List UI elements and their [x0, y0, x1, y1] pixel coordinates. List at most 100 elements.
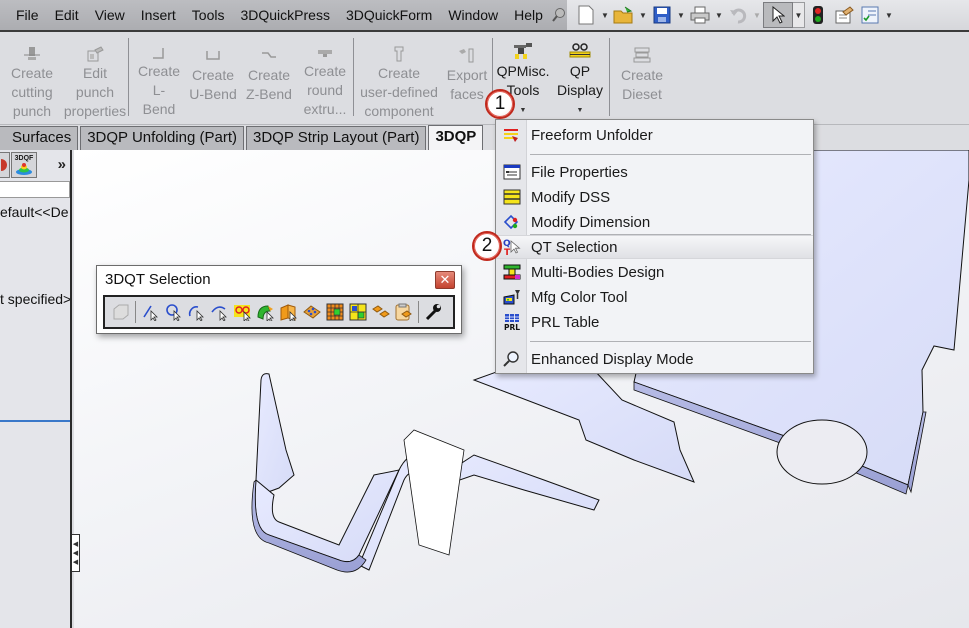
select-grid-icon[interactable]: [323, 300, 346, 324]
more-tabs-chevron-icon[interactable]: »: [58, 156, 66, 173]
close-icon[interactable]: ✕: [435, 271, 455, 289]
qt-selection-window[interactable]: 3DQT Selection ✕: [96, 265, 462, 334]
l-bend-label-2: L-Bend: [142, 82, 176, 117]
tab-3dqp-unfolding[interactable]: 3DQP Unfolding (Part): [80, 126, 244, 150]
menu-item-modify-dss[interactable]: Modify DSS: [496, 185, 813, 209]
feature-filter-input[interactable]: [0, 181, 70, 198]
user-defined-label-1: Create: [377, 65, 421, 81]
collapse-arrow-icon: ◀: [72, 540, 79, 548]
qpmisc-tools-dropdown-menu: Freeform Unfolder File Properties Modify…: [495, 119, 814, 374]
print-icon[interactable]: [687, 2, 713, 28]
menu-item-enhanced-display-mode[interactable]: Enhanced Display Mode: [496, 347, 813, 371]
menu-tools[interactable]: Tools: [184, 0, 233, 30]
menu-item-freeform-unfolder[interactable]: Freeform Unfolder: [496, 123, 813, 147]
select-body-icon[interactable]: [109, 300, 132, 324]
menu-help[interactable]: Help: [506, 0, 551, 30]
menu-file[interactable]: File: [8, 0, 47, 30]
select-arc-icon[interactable]: [185, 300, 208, 324]
qpmisc-tools-label-1: QPMisc.: [496, 63, 550, 79]
qp-display-icon: [569, 42, 591, 60]
tab-3dqp-strip-layout[interactable]: 3DQP Strip Layout (Part): [246, 126, 427, 150]
menu-3dquickpress[interactable]: 3DQuickPress: [232, 0, 337, 30]
menu-item-label: Multi-Bodies Design: [531, 263, 665, 281]
create-cutting-punch-button[interactable]: Create cutting punch: [2, 38, 62, 119]
print-dropdown-icon[interactable]: ▼: [713, 2, 725, 28]
standard-toolbar: ▼ ▼ ▼ ▼ ▼ ▼ ▼: [567, 0, 969, 30]
select-pointer-icon[interactable]: [763, 2, 793, 28]
new-document-icon[interactable]: [573, 2, 599, 28]
file-properties-icon[interactable]: [831, 2, 857, 28]
menu-item-prl-table[interactable]: PRL PRL Table: [496, 310, 813, 334]
3dqf-icon: [16, 163, 32, 175]
command-manager-tabs: Surfaces 3DQP Unfolding (Part) 3DQP Stri…: [0, 124, 969, 150]
user-defined-component-icon: [388, 46, 410, 62]
select-curve-icon[interactable]: [208, 300, 231, 324]
rebuild-traffic-light-icon[interactable]: [805, 2, 831, 28]
ribbon-group-components: Create user-defined component Export fac…: [354, 38, 493, 119]
qp-display-dropdown-arrow-icon[interactable]: ▼: [577, 106, 584, 116]
select-grid-region-icon[interactable]: [346, 300, 369, 324]
tab-3dqp[interactable]: 3DQP: [428, 125, 484, 150]
save-icon[interactable]: [649, 2, 675, 28]
open-folder-icon[interactable]: [611, 2, 637, 28]
menu-item-qt-selection[interactable]: QT QT Selection: [496, 235, 813, 259]
qpmisc-dropdown-arrow-icon[interactable]: ▼: [520, 106, 527, 116]
undo-icon[interactable]: [725, 2, 751, 28]
save-dropdown-icon[interactable]: ▼: [675, 2, 687, 28]
create-u-bend-button[interactable]: Create U-Bend: [185, 38, 241, 116]
menu-item-multi-bodies-design[interactable]: Multi-Bodies Design: [496, 260, 813, 284]
z-bend-icon: [258, 46, 280, 64]
create-dieset-button[interactable]: Create Dieset: [614, 38, 670, 116]
clipboard-faces-icon[interactable]: [392, 300, 415, 324]
tab-surfaces[interactable]: Surfaces: [0, 126, 79, 150]
menu-edit[interactable]: Edit: [47, 0, 87, 30]
select-faces-set-icon[interactable]: [369, 300, 392, 324]
export-faces-label-1: Export: [446, 67, 488, 83]
select-pattern-icon[interactable]: [300, 300, 323, 324]
menu-item-label: File Properties: [531, 163, 628, 181]
user-defined-label-2: user-defined: [360, 84, 438, 100]
panel-collapse-handle[interactable]: ◀ ◀ ◀: [72, 534, 80, 572]
select-circle-icon[interactable]: [162, 300, 185, 324]
menu-item-label: QT Selection: [531, 238, 618, 256]
select-flange-icon[interactable]: [277, 300, 300, 324]
panel-splitter[interactable]: [0, 420, 70, 422]
collapse-arrow-icon: ◀: [72, 558, 79, 566]
qp-display-button[interactable]: QP Display ▼: [551, 38, 609, 116]
menu-item-file-properties[interactable]: File Properties: [496, 160, 813, 184]
qp-display-label-1: QP: [569, 63, 591, 79]
export-faces-label-2: faces: [450, 86, 484, 102]
menu-window[interactable]: Window: [440, 0, 506, 30]
create-cutting-punch-label-1: Create: [10, 65, 54, 81]
create-user-defined-component-button[interactable]: Create user-defined component: [356, 38, 442, 119]
options-dropdown-icon[interactable]: ▼: [883, 2, 895, 28]
menu-view[interactable]: View: [87, 0, 133, 30]
new-document-dropdown-icon[interactable]: ▼: [599, 2, 611, 28]
dieset-label-1: Create: [620, 67, 664, 83]
panel-tab-partial[interactable]: [0, 152, 10, 178]
menu-3dquickform[interactable]: 3DQuickForm: [338, 0, 440, 30]
open-dropdown-icon[interactable]: ▼: [637, 2, 649, 28]
select-holes-icon[interactable]: [231, 300, 254, 324]
menu-item-modify-dimension[interactable]: Modify Dimension: [496, 210, 813, 234]
pin-icon[interactable]: [551, 2, 567, 28]
panel-tab-3dqf[interactable]: 3DQF: [11, 152, 37, 178]
select-edge-icon[interactable]: [139, 300, 162, 324]
collapse-arrow-icon: ◀: [72, 549, 79, 557]
menu-item-mfg-color-tool[interactable]: Mfg Color Tool: [496, 285, 813, 309]
options-checklist-icon[interactable]: [857, 2, 883, 28]
toolbar-separator: [418, 301, 419, 323]
settings-wrench-icon[interactable]: [422, 300, 445, 324]
part-left-flange: [255, 373, 295, 496]
config-default-text: efault<<De: [0, 204, 69, 220]
select-dropdown-icon[interactable]: ▼: [793, 2, 805, 28]
toolbar-separator: [135, 301, 136, 323]
menu-insert[interactable]: Insert: [133, 0, 184, 30]
select-bend-face-icon[interactable]: [254, 300, 277, 324]
create-l-bend-button[interactable]: Create L-Bend: [133, 38, 185, 117]
edit-punch-properties-button[interactable]: Edit punch properties: [62, 38, 128, 119]
create-round-extrusion-button[interactable]: Create round extru...: [297, 38, 353, 117]
create-z-bend-button[interactable]: Create Z-Bend: [241, 38, 297, 116]
z-bend-label-2: Z-Bend: [246, 86, 292, 102]
undo-dropdown-icon[interactable]: ▼: [751, 2, 763, 28]
